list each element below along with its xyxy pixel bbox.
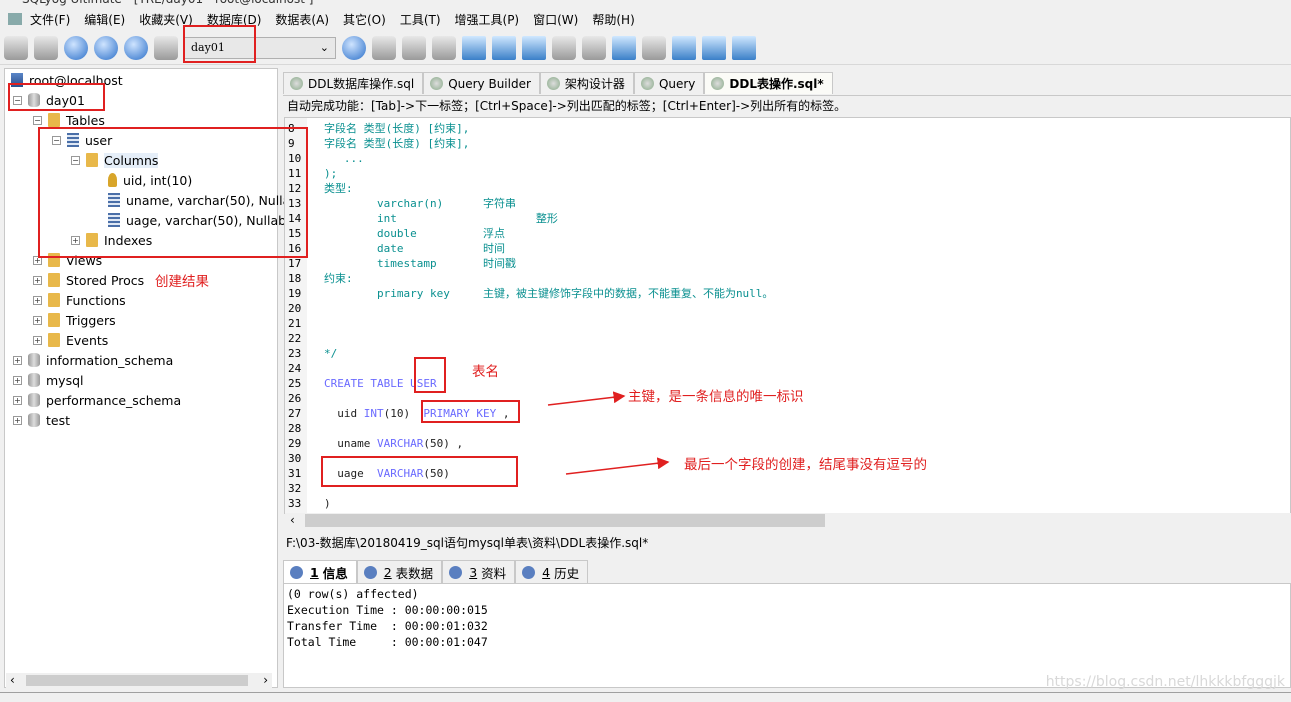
arrow-primary-key xyxy=(547,391,626,406)
annotation-arrows xyxy=(547,391,670,475)
arrow-last-field xyxy=(565,457,670,475)
